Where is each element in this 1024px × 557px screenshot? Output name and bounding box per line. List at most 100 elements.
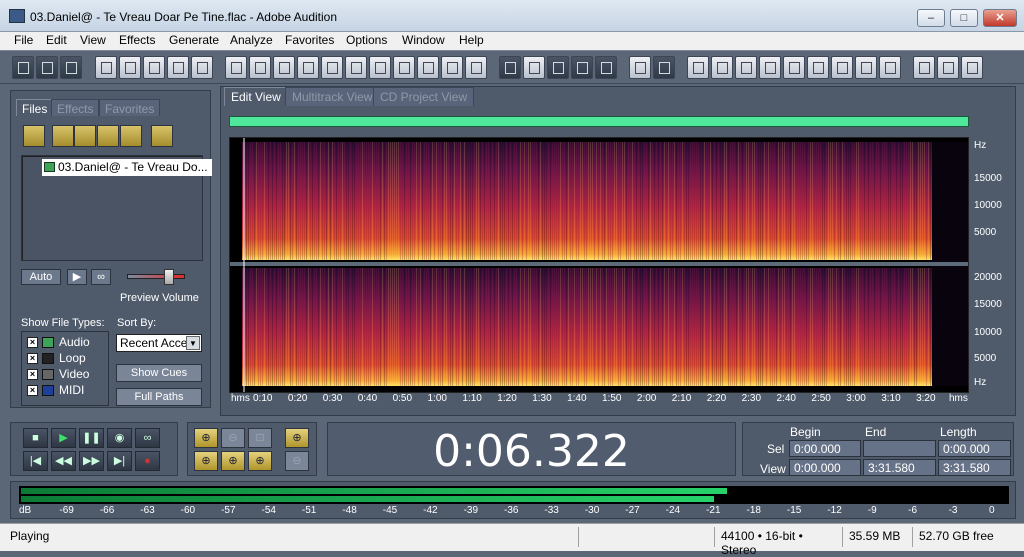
edit-file-icon[interactable]	[120, 125, 142, 147]
menu-effects[interactable]: Effects	[119, 33, 155, 47]
selection-window-icon[interactable]	[879, 56, 901, 79]
save-icon[interactable]	[167, 56, 189, 79]
view-length-field[interactable]: 3:31.580	[938, 459, 1011, 476]
time-selection-icon[interactable]	[629, 56, 651, 79]
file-list-item[interactable]: 03.Daniel@ - Te Vreau Do...	[42, 159, 212, 176]
copy-to-new-icon[interactable]	[321, 56, 343, 79]
auto-button[interactable]: Auto	[21, 269, 61, 285]
window-3-icon[interactable]	[735, 56, 757, 79]
go-to-start-button[interactable]: |◀	[23, 451, 48, 471]
open-file-icon[interactable]	[119, 56, 141, 79]
zoom-to-left-icon[interactable]: ⊕	[194, 451, 218, 471]
autoplay-icon[interactable]	[151, 125, 173, 147]
zoom-out-vertical-icon[interactable]: ⊖	[285, 451, 309, 471]
rewind-button[interactable]: ◀◀	[51, 451, 76, 471]
midi-checkbox[interactable]: ×	[27, 385, 38, 396]
stop-button[interactable]: ■	[23, 428, 48, 448]
play-to-end-button[interactable]: ◉	[107, 428, 132, 448]
zoom-out-icon[interactable]: ⊖	[221, 428, 245, 448]
full-paths-button[interactable]: Full Paths	[116, 388, 202, 406]
video-checkbox[interactable]: ×	[27, 369, 38, 380]
cut-icon[interactable]	[345, 56, 367, 79]
open-folder-icon[interactable]	[52, 125, 74, 147]
zoom-to-right-icon[interactable]: ⊕	[221, 451, 245, 471]
sel-begin-field[interactable]: 0:00.000	[789, 440, 861, 457]
tab-multitrack-view[interactable]: Multitrack View	[285, 87, 380, 106]
edit-view-icon[interactable]	[12, 56, 34, 79]
zoom-selection-icon[interactable]: ⊕	[248, 451, 272, 471]
paste-icon[interactable]	[369, 56, 391, 79]
minimize-button[interactable]: –	[917, 9, 945, 27]
marquee-icon[interactable]	[653, 56, 675, 79]
overview-bar[interactable]	[229, 116, 969, 127]
zoom-in-icon[interactable]: ⊕	[194, 428, 218, 448]
loop-checkbox[interactable]: ×	[27, 353, 38, 364]
preview-play-button[interactable]: ▶	[67, 269, 87, 285]
menu-favorites[interactable]: Favorites	[285, 33, 334, 47]
time-window-icon[interactable]	[807, 56, 829, 79]
tab-cd-project-view[interactable]: CD Project View	[373, 87, 475, 106]
trim-icon[interactable]	[441, 56, 463, 79]
sel-end-field[interactable]	[863, 440, 936, 457]
show-cues-button[interactable]: Show Cues	[116, 364, 202, 382]
close-file-icon[interactable]	[74, 125, 96, 147]
zoom-in-vertical-icon[interactable]: ⊕	[285, 428, 309, 448]
window-1-icon[interactable]	[687, 56, 709, 79]
import-file-icon[interactable]	[23, 125, 45, 147]
audio-checkbox[interactable]: ×	[27, 337, 38, 348]
view-end-field[interactable]: 3:31.580	[863, 459, 936, 476]
close-file-icon[interactable]	[143, 56, 165, 79]
sort-by-select[interactable]: Recent Acce ▼	[116, 334, 202, 352]
cd-icon[interactable]	[913, 56, 935, 79]
play-button[interactable]: ▶	[51, 428, 76, 448]
spectral-view-icon[interactable]	[547, 56, 569, 79]
menu-help[interactable]: Help	[459, 33, 484, 47]
spectral-pan-icon[interactable]	[595, 56, 617, 79]
level-window-icon[interactable]	[831, 56, 853, 79]
multitrack-view-icon[interactable]	[36, 56, 58, 79]
maximize-button[interactable]: □	[950, 9, 978, 27]
fast-forward-button[interactable]: ▶▶	[79, 451, 104, 471]
menu-window[interactable]: Window	[402, 33, 445, 47]
phase-view-icon[interactable]	[571, 56, 593, 79]
copy-icon[interactable]	[297, 56, 319, 79]
window-2-icon[interactable]	[711, 56, 733, 79]
repeat-icon[interactable]	[273, 56, 295, 79]
menu-options[interactable]: Options	[346, 33, 387, 47]
mix-paste-icon[interactable]	[417, 56, 439, 79]
close-button[interactable]: ✕	[983, 9, 1017, 27]
record-button[interactable]: ●	[135, 451, 160, 471]
convert-icon[interactable]	[465, 56, 487, 79]
new-file-icon[interactable]	[95, 56, 117, 79]
tab-edit-view[interactable]: Edit View	[224, 87, 288, 106]
menu-generate[interactable]: Generate	[169, 33, 219, 47]
tab-effects[interactable]: Effects	[51, 99, 100, 116]
redo-icon[interactable]	[249, 56, 271, 79]
cd-view-icon[interactable]	[60, 56, 82, 79]
waveform-view-icon[interactable]	[499, 56, 521, 79]
tab-files[interactable]: Files	[16, 99, 54, 116]
meter-window-icon[interactable]	[855, 56, 877, 79]
tab-favorites[interactable]: Favorites	[99, 99, 161, 116]
preview-loop-button[interactable]: ∞	[91, 269, 111, 285]
preview-volume-thumb[interactable]	[164, 269, 175, 285]
spectrogram-display[interactable]	[229, 137, 969, 393]
go-to-end-button[interactable]: ▶|	[107, 451, 132, 471]
menu-file[interactable]: File	[14, 33, 33, 47]
view-begin-field[interactable]: 0:00.000	[789, 459, 861, 476]
insert-multitrack-icon[interactable]	[97, 125, 119, 147]
transport-window-icon[interactable]	[759, 56, 781, 79]
menu-analyze[interactable]: Analyze	[230, 33, 273, 47]
loop-button[interactable]: ∞	[135, 428, 160, 448]
sel-length-field[interactable]: 0:00.000	[938, 440, 1011, 457]
menu-view[interactable]: View	[80, 33, 106, 47]
preview-volume-slider[interactable]	[123, 269, 193, 285]
zoom-full-icon[interactable]: ⊡	[248, 428, 272, 448]
help-icon[interactable]	[961, 56, 983, 79]
save-all-icon[interactable]	[191, 56, 213, 79]
paste-new-icon[interactable]	[393, 56, 415, 79]
pan-view-icon[interactable]	[523, 56, 545, 79]
menu-edit[interactable]: Edit	[46, 33, 67, 47]
pause-button[interactable]: ❚❚	[79, 428, 104, 448]
tips-icon[interactable]	[937, 56, 959, 79]
